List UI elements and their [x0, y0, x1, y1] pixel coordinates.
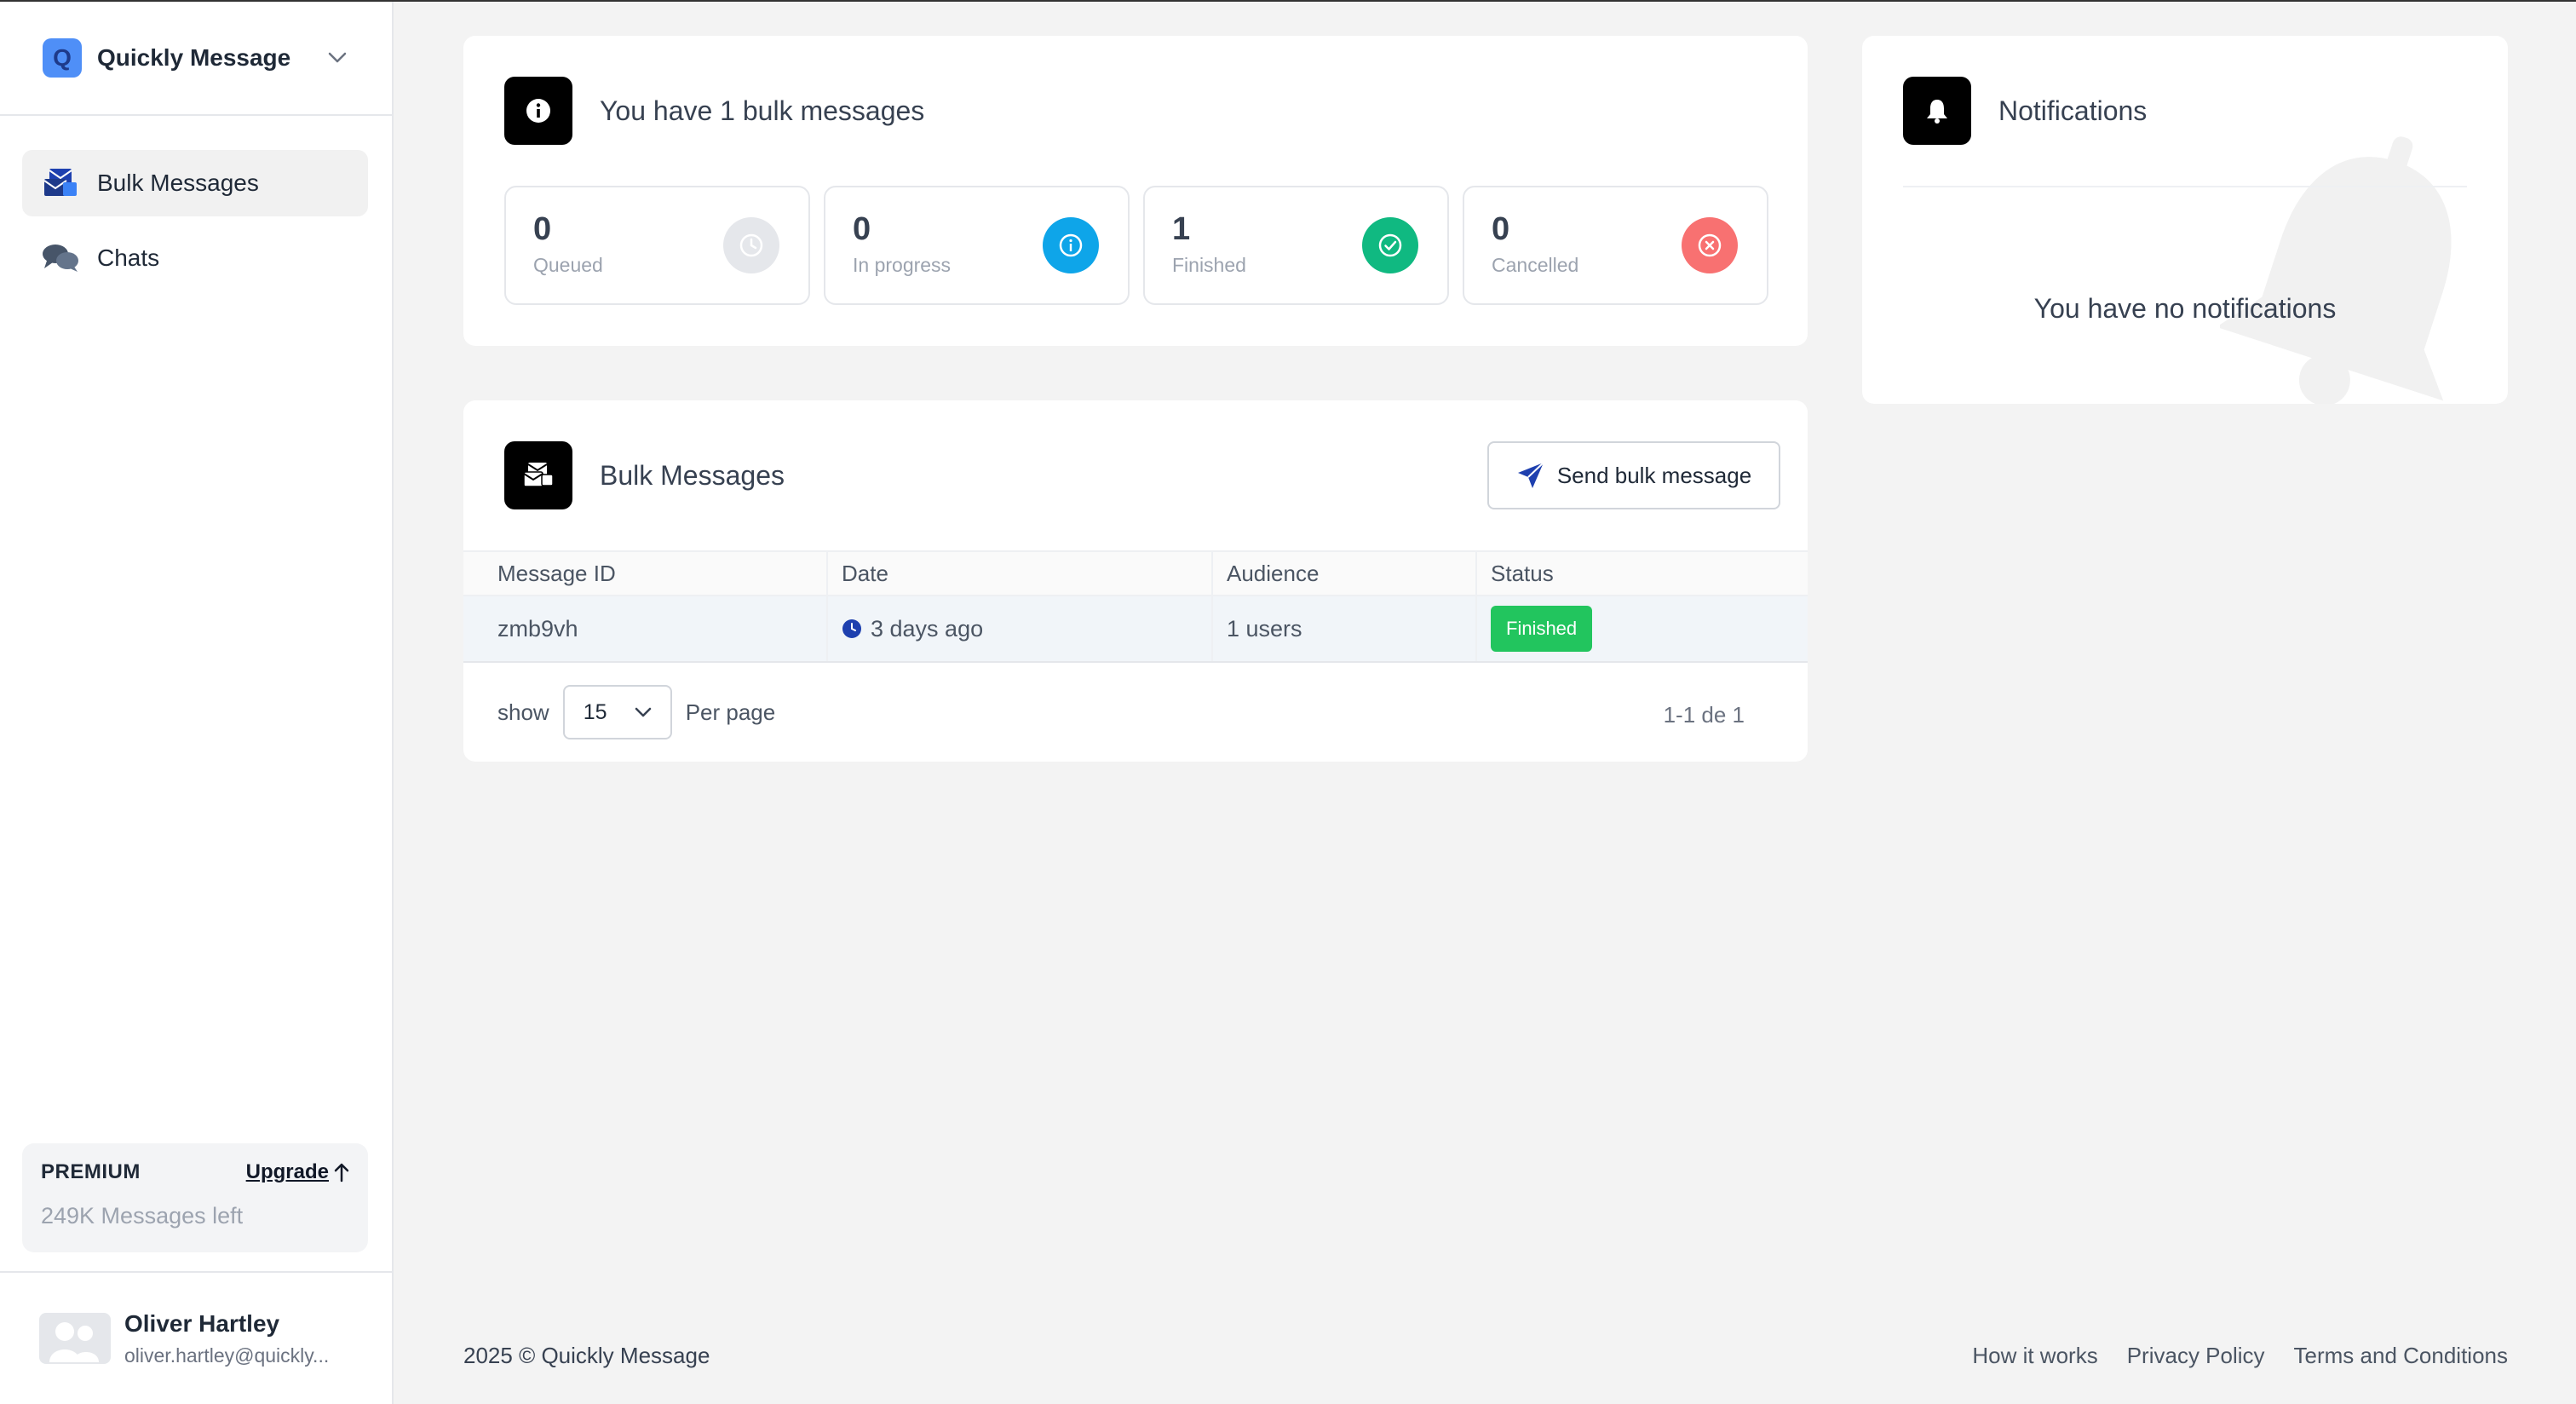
app-logo: Q [43, 38, 82, 78]
table-row[interactable]: zmb9vh 3 days ago 1 users Finished [463, 596, 1808, 663]
stats-row: 0 Queued 0 In progress 1 Finished 0 Canc… [504, 186, 1768, 305]
sidebar-item-label: Chats [97, 245, 160, 271]
send-icon [1516, 461, 1545, 490]
bulk-title: Bulk Messages [600, 459, 785, 491]
bulk-messages-icon [41, 164, 80, 203]
send-bulk-message-label: Send bulk message [1556, 462, 1752, 488]
user-profile[interactable]: Oliver Hartley oliver.hartley@quickly... [0, 1271, 392, 1404]
column-header-audience[interactable]: Audience [1213, 552, 1477, 595]
bell-icon [1903, 77, 1971, 145]
stat-cancelled: 0 Cancelled [1463, 186, 1768, 305]
message-id-cell: zmb9vh [463, 596, 828, 661]
date-cell: 3 days ago [828, 596, 1213, 661]
check-icon [1362, 217, 1418, 273]
bulk-messages-card: Bulk Messages Send bulk message Message … [463, 400, 1808, 762]
column-header-status[interactable]: Status [1477, 552, 1808, 595]
send-bulk-message-button[interactable]: Send bulk message [1487, 441, 1780, 509]
info-icon [1043, 217, 1099, 273]
clock-icon [842, 619, 862, 639]
footer-links: How it works Privacy Policy Terms and Co… [1972, 1343, 2508, 1369]
upgrade-link[interactable]: Upgrade [246, 1160, 349, 1184]
stat-finished: 1 Finished [1143, 186, 1449, 305]
arrow-up-icon [334, 1162, 349, 1182]
user-email: oliver.hartley@quickly... [124, 1344, 330, 1367]
per-page-select[interactable]: 15 [562, 685, 672, 739]
user-name: Oliver Hartley [124, 1309, 280, 1337]
chevron-down-icon[interactable] [325, 46, 349, 70]
app-name: Quickly Message [97, 44, 291, 71]
summary-title: You have 1 bulk messages [600, 95, 925, 126]
sidebar: Q Quickly Message Bulk Messages Chats PR… [0, 2, 394, 1404]
status-badge: Finished [1491, 606, 1593, 652]
footer-link-privacy-policy[interactable]: Privacy Policy [2127, 1343, 2265, 1369]
plan-name: PREMIUM [41, 1160, 141, 1183]
clock-icon [723, 217, 779, 273]
sidebar-nav: Bulk Messages Chats [22, 150, 368, 300]
table-header-row: Message ID Date Audience Status [463, 550, 1808, 596]
stat-in-progress: 0 In progress [824, 186, 1130, 305]
bell-watermark-icon [2220, 136, 2452, 404]
sidebar-item-chats[interactable]: Chats [22, 225, 368, 291]
show-label: show [497, 699, 549, 725]
stat-queued: 0 Queued [504, 186, 810, 305]
avatar [39, 1313, 111, 1364]
bulk-messages-icon [504, 441, 572, 509]
upgrade-label: Upgrade [245, 1160, 329, 1183]
notifications-title: Notifications [1998, 95, 2148, 126]
bulk-messages-table: Message ID Date Audience Status zmb9vh 3… [463, 550, 1808, 663]
audience-cell: 1 users [1213, 596, 1477, 661]
pagination-range: 1-1 de 1 [1663, 702, 1745, 728]
bulk-summary-card: You have 1 bulk messages 0 Queued 0 In p… [463, 36, 1808, 346]
pagination-controls: show 15 Per page [497, 685, 775, 739]
per-page-label: Per page [685, 699, 776, 725]
chats-icon [41, 239, 80, 278]
premium-panel: PREMIUM Upgrade 249K Messages left [22, 1143, 368, 1252]
sidebar-item-label: Bulk Messages [97, 170, 259, 196]
column-header-date[interactable]: Date [828, 552, 1213, 595]
per-page-value: 15 [583, 699, 607, 724]
column-header-message-id[interactable]: Message ID [463, 552, 828, 595]
chevron-down-icon [635, 707, 652, 717]
status-cell: Finished [1477, 596, 1808, 661]
date-text: 3 days ago [871, 615, 984, 642]
sidebar-item-bulk-messages[interactable]: Bulk Messages [22, 150, 368, 216]
notifications-empty-message: You have no notifications [2033, 293, 2337, 324]
notifications-card: Notifications You have no notifications [1862, 36, 2508, 404]
footer-copyright: 2025 © Quickly Message [463, 1343, 710, 1368]
messages-left: 249K Messages left [41, 1203, 244, 1228]
workspace-switcher[interactable]: Q Quickly Message [0, 2, 392, 116]
footer-link-how-it-works[interactable]: How it works [1972, 1343, 2097, 1369]
footer-link-terms[interactable]: Terms and Conditions [2294, 1343, 2508, 1369]
info-icon [504, 77, 572, 145]
x-icon [1682, 217, 1738, 273]
divider [1903, 186, 2467, 187]
